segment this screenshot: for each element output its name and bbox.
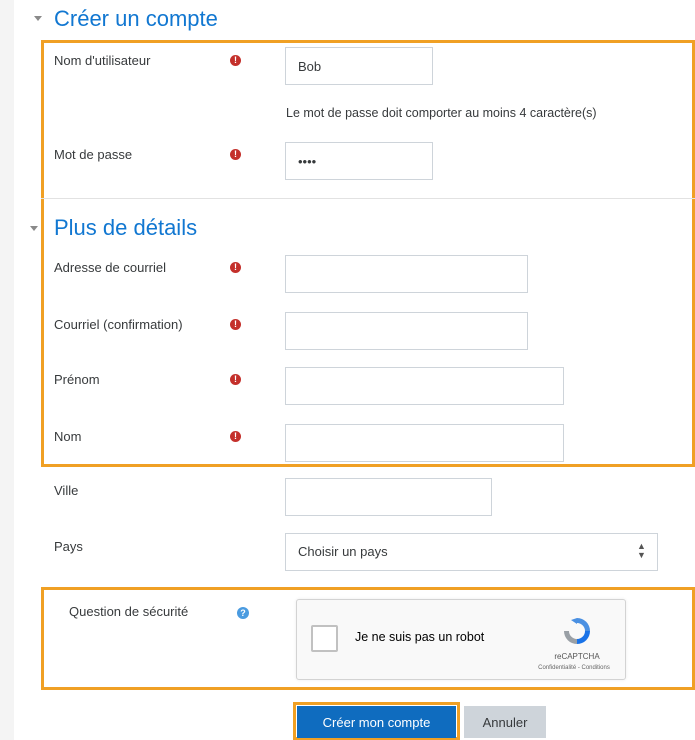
cancel-button[interactable]: Annuler [464, 706, 546, 738]
country-select[interactable]: Choisir un pays [285, 533, 658, 571]
email-confirm-input[interactable] [285, 312, 528, 350]
required-icon: ! [230, 431, 241, 442]
country-label: Pays [54, 539, 83, 554]
collapse-caret-icon[interactable] [30, 226, 38, 231]
country-select-value: Choisir un pays [298, 544, 388, 559]
recaptcha-widget: Je ne suis pas un robot reCAPTCHA Confid… [296, 599, 626, 680]
lastname-label: Nom [54, 429, 82, 444]
select-arrows-icon: ▲ ▼ [637, 541, 646, 560]
collapse-caret-icon[interactable] [34, 16, 42, 21]
password-input[interactable] [285, 142, 433, 180]
firstname-input[interactable] [285, 367, 564, 405]
recaptcha-logo-icon [564, 618, 590, 644]
recaptcha-links[interactable]: Confidentialité - Conditions [519, 665, 629, 671]
signup-page: Créer un compte Nom d'utilisateur ! Le m… [14, 0, 695, 740]
security-label: Question de sécurité [69, 604, 189, 619]
email-input[interactable] [285, 255, 528, 293]
required-icon: ! [230, 319, 241, 330]
recaptcha-checkbox[interactable] [311, 625, 338, 652]
lastname-input[interactable] [285, 424, 564, 462]
username-input[interactable] [285, 47, 433, 85]
required-icon: ! [230, 55, 241, 66]
required-icon: ! [230, 149, 241, 160]
required-icon: ! [230, 262, 241, 273]
password-label: Mot de passe [54, 147, 133, 162]
recaptcha-brand: reCAPTCHA [554, 652, 600, 661]
section-title-account[interactable]: Créer un compte [54, 6, 218, 32]
email-label: Adresse de courriel [54, 260, 166, 275]
username-label: Nom d'utilisateur [54, 53, 151, 68]
firstname-label: Prénom [54, 372, 100, 387]
city-input[interactable] [285, 478, 492, 516]
create-account-button[interactable]: Créer mon compte [297, 706, 456, 738]
password-hint: Le mot de passe doit comporter au moins … [286, 106, 597, 120]
city-label: Ville [54, 483, 79, 498]
required-icon: ! [230, 374, 241, 385]
section-title-details[interactable]: Plus de détails [54, 215, 197, 241]
section-divider [41, 198, 695, 199]
help-icon[interactable]: ? [237, 607, 249, 619]
recaptcha-text: Je ne suis pas un robot [355, 630, 485, 644]
email-confirm-label: Courriel (confirmation) [54, 317, 183, 332]
